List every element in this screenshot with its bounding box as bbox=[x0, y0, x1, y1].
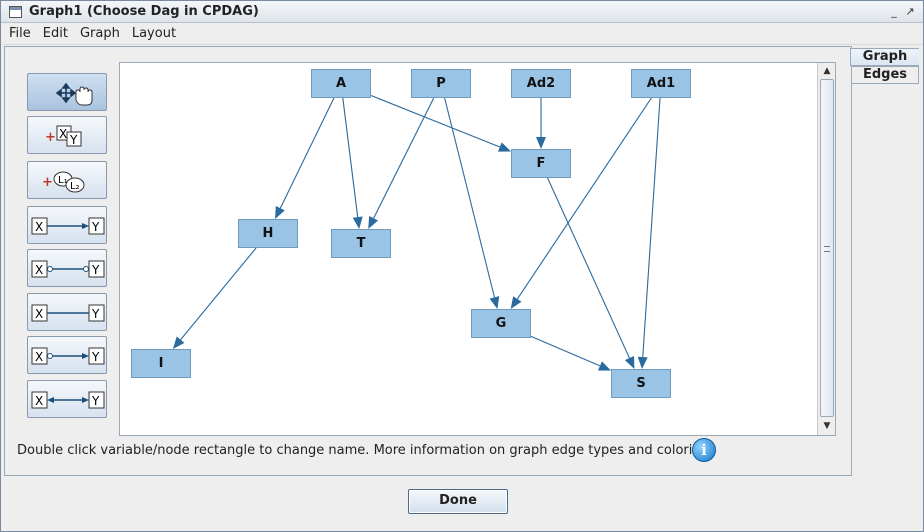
undirected-edge-tool[interactable]: XY bbox=[27, 293, 107, 331]
svg-text:Y: Y bbox=[91, 307, 100, 321]
add-variable-tool[interactable]: + X Y bbox=[27, 116, 107, 154]
arrowhead-Ad1-S bbox=[637, 356, 648, 369]
scroll-grip-icon bbox=[824, 246, 830, 252]
edge-A-F[interactable] bbox=[370, 94, 501, 148]
edge-P-G[interactable] bbox=[444, 97, 495, 298]
arrowhead-P-G bbox=[489, 296, 500, 309]
svg-text:Y: Y bbox=[91, 220, 100, 234]
menu-bar: File Edit Graph Layout bbox=[1, 24, 923, 45]
info-text: Double click variable/node rectangle to … bbox=[17, 443, 716, 458]
node-p[interactable]: P bbox=[411, 69, 471, 98]
svg-text:Y: Y bbox=[91, 394, 100, 408]
nondirected-edge-tool[interactable]: XY bbox=[27, 249, 107, 287]
bidirected-edge-tool[interactable]: XY bbox=[27, 380, 107, 418]
arrowhead-Ad2-F bbox=[536, 137, 546, 149]
node-s[interactable]: S bbox=[611, 369, 671, 398]
directed-edge-tool[interactable]: XY bbox=[27, 206, 107, 244]
tool-l1-label: L₁ bbox=[58, 175, 68, 186]
arrowhead-G-S bbox=[598, 361, 611, 371]
tab-edges[interactable]: Edges bbox=[851, 66, 919, 84]
select-move-tool[interactable] bbox=[27, 73, 107, 111]
minimize-icon[interactable]: _ bbox=[887, 5, 901, 19]
vertical-scrollbar[interactable]: ▲ ▼ bbox=[817, 63, 835, 435]
nondirected-edge-icon: XY bbox=[31, 260, 105, 278]
edge-G-S[interactable] bbox=[530, 335, 601, 367]
edge-A-H[interactable] bbox=[279, 97, 335, 209]
svg-text:X: X bbox=[35, 220, 43, 234]
svg-text:+: + bbox=[42, 175, 53, 190]
svg-text:X: X bbox=[35, 350, 43, 364]
arrowhead-A-F bbox=[498, 142, 511, 152]
node-a[interactable]: A bbox=[311, 69, 371, 98]
tab-strip: Graph Edges bbox=[850, 48, 919, 84]
arrowhead-H-I bbox=[172, 336, 185, 349]
node-f[interactable]: F bbox=[511, 149, 571, 178]
edge-H-I[interactable] bbox=[180, 247, 257, 341]
scroll-down-icon[interactable]: ▼ bbox=[820, 419, 834, 433]
partially-oriented-edge-tool[interactable]: XY bbox=[27, 336, 107, 374]
svg-text:X: X bbox=[35, 263, 43, 277]
add-variable-icon: + X Y bbox=[45, 125, 82, 147]
tool-l2-label: L₂ bbox=[70, 181, 80, 192]
graph-edges bbox=[172, 94, 661, 371]
arrowhead-Ad1-G bbox=[510, 296, 522, 309]
node-t[interactable]: T bbox=[331, 229, 391, 258]
graph-canvas[interactable]: A P Ad2 Ad1 F H T G I S bbox=[119, 62, 836, 436]
svg-text:Y: Y bbox=[91, 350, 100, 364]
tool-y-label: Y bbox=[69, 133, 78, 147]
svg-text:+: + bbox=[45, 130, 56, 145]
tab-graph[interactable]: Graph bbox=[850, 48, 919, 66]
svg-text:X: X bbox=[35, 307, 43, 321]
tool-x-label: X bbox=[59, 127, 67, 141]
add-latent-tool[interactable]: + L₁ L₂ bbox=[27, 161, 107, 199]
move-hand-icon bbox=[55, 82, 93, 106]
edge-P-T[interactable] bbox=[373, 97, 435, 219]
bidirected-edge-icon: XY bbox=[31, 391, 105, 409]
node-h[interactable]: H bbox=[238, 219, 298, 248]
edge-A-T[interactable] bbox=[342, 97, 359, 218]
node-ad1[interactable]: Ad1 bbox=[631, 69, 691, 98]
menu-file[interactable]: File bbox=[5, 24, 35, 44]
undirected-edge-icon: XY bbox=[31, 304, 105, 322]
arrowhead-A-T bbox=[352, 216, 363, 229]
menu-edit[interactable]: Edit bbox=[39, 24, 72, 44]
add-latent-icon: + L₁ L₂ bbox=[42, 171, 85, 193]
partially-oriented-edge-icon: XY bbox=[31, 347, 105, 365]
title-bar: Graph1 (Choose Dag in CPDAG) _ ↗ bbox=[1, 1, 923, 23]
node-ad2[interactable]: Ad2 bbox=[511, 69, 571, 98]
node-i[interactable]: I bbox=[131, 349, 191, 378]
done-button[interactable]: Done bbox=[408, 489, 508, 514]
menu-layout[interactable]: Layout bbox=[128, 24, 180, 44]
window-title: Graph1 (Choose Dag in CPDAG) bbox=[29, 4, 259, 19]
node-g[interactable]: G bbox=[471, 309, 531, 338]
menu-graph[interactable]: Graph bbox=[76, 24, 124, 44]
edge-F-S[interactable] bbox=[547, 177, 630, 359]
info-icon[interactable]: i bbox=[692, 438, 716, 462]
edge-Ad1-G[interactable] bbox=[516, 97, 652, 300]
scroll-thumb[interactable] bbox=[820, 79, 834, 417]
directed-edge-icon: XY bbox=[31, 217, 105, 235]
edge-Ad1-S[interactable] bbox=[642, 97, 661, 358]
svg-text:Y: Y bbox=[91, 263, 100, 277]
svg-text:X: X bbox=[35, 394, 43, 408]
scroll-up-icon[interactable]: ▲ bbox=[820, 64, 834, 78]
app-window: Graph1 (Choose Dag in CPDAG) _ ↗ File Edi… bbox=[0, 0, 924, 532]
maximize-icon[interactable]: ↗ bbox=[903, 5, 917, 19]
window-icon bbox=[9, 6, 22, 18]
